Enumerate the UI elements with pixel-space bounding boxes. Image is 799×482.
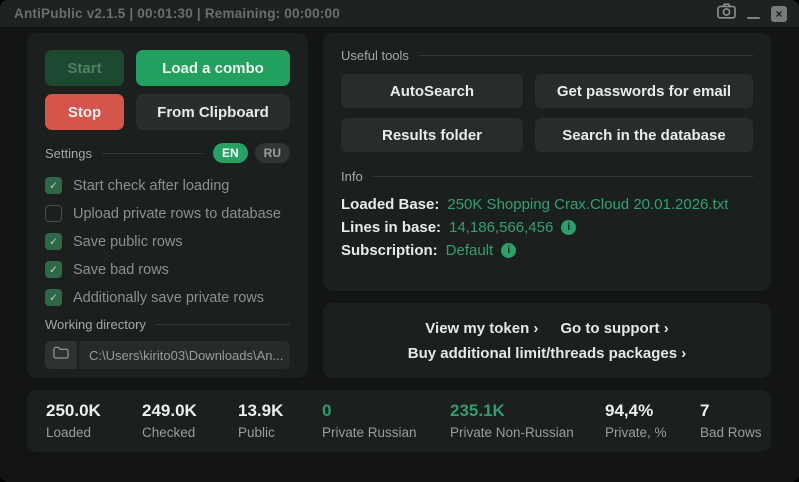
stat-value: 7 bbox=[700, 401, 762, 421]
stat-label: Private Russian bbox=[322, 425, 417, 440]
checkbox-save-private-rows[interactable]: ✓ Additionally save private rows bbox=[45, 289, 290, 306]
links-panel: View my token › Go to support › Buy addi… bbox=[323, 303, 771, 378]
loaded-base-row: Loaded Base: 250K Shopping Crax.Cloud 20… bbox=[341, 193, 753, 216]
useful-tools-header: Useful tools bbox=[341, 48, 753, 63]
titlebar: AntiPublic v2.1.5 | 00:01:30 | Remaining… bbox=[0, 0, 799, 27]
stat-private-non-russian: 235.1K Private Non-Russian bbox=[450, 401, 574, 440]
load-combo-button[interactable]: Load a combo bbox=[136, 50, 290, 86]
browse-folder-button[interactable] bbox=[45, 341, 77, 369]
stat-private-russian: 0 Private Russian bbox=[322, 401, 417, 440]
info-label: Info bbox=[341, 169, 363, 184]
working-directory-label: Working directory bbox=[45, 317, 146, 332]
checkbox-save-public-rows[interactable]: ✓ Save public rows bbox=[45, 233, 290, 250]
checkbox-label: Start check after loading bbox=[73, 178, 229, 194]
divider bbox=[419, 55, 753, 56]
tool-buttons: AutoSearch Get passwords for email Resul… bbox=[341, 74, 753, 152]
language-toggle-en[interactable]: EN bbox=[213, 143, 248, 163]
stat-public: 13.9K Public bbox=[238, 401, 283, 440]
settings-checkbox-list: ✓ Start check after loading ✓ Upload pri… bbox=[45, 177, 290, 306]
action-buttons: Start Load a combo Stop From Clipboard bbox=[45, 50, 290, 130]
support-link[interactable]: Go to support › bbox=[560, 320, 668, 337]
checkbox-label: Upload private rows to database bbox=[73, 206, 281, 222]
start-button[interactable]: Start bbox=[45, 50, 124, 86]
window-title: AntiPublic v2.1.5 | 00:01:30 | Remaining… bbox=[14, 6, 340, 21]
divider bbox=[373, 176, 753, 177]
lines-in-base-row: Lines in base: 14,186,566,456 i bbox=[341, 216, 753, 239]
app-window: AntiPublic v2.1.5 | 00:01:30 | Remaining… bbox=[0, 0, 799, 482]
stat-value: 250.0K bbox=[46, 401, 101, 421]
stat-value: 94,4% bbox=[605, 401, 667, 421]
close-button[interactable]: × bbox=[771, 6, 787, 22]
stat-value: 249.0K bbox=[142, 401, 197, 421]
info-rows: Loaded Base: 250K Shopping Crax.Cloud 20… bbox=[341, 193, 753, 262]
useful-tools-label: Useful tools bbox=[341, 48, 409, 63]
lines-in-base-key: Lines in base: bbox=[341, 216, 441, 239]
tools-info-panel: Useful tools AutoSearch Get passwords fo… bbox=[323, 33, 771, 291]
control-panel: Start Load a combo Stop From Clipboard S… bbox=[27, 33, 308, 378]
stat-label: Private Non-Russian bbox=[450, 425, 574, 440]
checkbox-icon[interactable]: ✓ bbox=[45, 261, 62, 278]
stat-label: Checked bbox=[142, 425, 197, 440]
stats-bar: 250.0K Loaded 249.0K Checked 13.9K Publi… bbox=[27, 390, 771, 452]
settings-header: Settings EN RU bbox=[45, 143, 290, 163]
folder-icon bbox=[53, 346, 69, 364]
working-directory-header: Working directory bbox=[45, 317, 290, 332]
results-folder-button[interactable]: Results folder bbox=[341, 118, 523, 152]
view-token-link[interactable]: View my token › bbox=[425, 320, 538, 337]
divider bbox=[102, 153, 203, 154]
stat-label: Loaded bbox=[46, 425, 101, 440]
stat-label: Public bbox=[238, 425, 283, 440]
stat-bad-rows: 7 Bad Rows bbox=[700, 401, 762, 440]
camera-icon bbox=[717, 3, 736, 24]
stat-loaded: 250.0K Loaded bbox=[46, 401, 101, 440]
stat-label: Private, % bbox=[605, 425, 667, 440]
stat-private-percent: 94,4% Private, % bbox=[605, 401, 667, 440]
checkbox-icon[interactable]: ✓ bbox=[45, 205, 62, 222]
info-icon[interactable]: i bbox=[501, 243, 516, 258]
links-row: View my token › Go to support › bbox=[425, 320, 668, 337]
autosearch-button[interactable]: AutoSearch bbox=[341, 74, 523, 108]
checkbox-icon[interactable]: ✓ bbox=[45, 177, 62, 194]
checkbox-start-check-after-loading[interactable]: ✓ Start check after loading bbox=[45, 177, 290, 194]
get-passwords-button[interactable]: Get passwords for email bbox=[535, 74, 753, 108]
subscription-row: Subscription: Default i bbox=[341, 239, 753, 262]
minimize-button[interactable] bbox=[747, 17, 760, 19]
divider bbox=[156, 324, 290, 325]
links-row: Buy additional limit/threads packages › bbox=[408, 345, 686, 362]
stop-button[interactable]: Stop bbox=[45, 94, 124, 130]
info-icon[interactable]: i bbox=[561, 220, 576, 235]
info-header: Info bbox=[341, 169, 753, 184]
stat-value: 235.1K bbox=[450, 401, 574, 421]
working-directory-path[interactable]: C:\Users\kirito03\Downloads\An... bbox=[79, 341, 290, 369]
search-database-button[interactable]: Search in the database bbox=[535, 118, 753, 152]
stat-checked: 249.0K Checked bbox=[142, 401, 197, 440]
from-clipboard-button[interactable]: From Clipboard bbox=[136, 94, 290, 130]
checkbox-upload-private-rows[interactable]: ✓ Upload private rows to database bbox=[45, 205, 290, 222]
loaded-base-key: Loaded Base: bbox=[341, 193, 439, 216]
settings-label: Settings bbox=[45, 146, 92, 161]
subscription-key: Subscription: bbox=[341, 239, 438, 262]
checkbox-save-bad-rows[interactable]: ✓ Save bad rows bbox=[45, 261, 290, 278]
screenshot-button[interactable] bbox=[717, 3, 736, 24]
language-toggle-ru[interactable]: RU bbox=[255, 143, 290, 163]
loaded-base-value: 250K Shopping Crax.Cloud 20.01.2026.txt bbox=[447, 193, 728, 216]
buy-packages-link[interactable]: Buy additional limit/threads packages › bbox=[408, 345, 686, 362]
stat-label: Bad Rows bbox=[700, 425, 762, 440]
checkbox-icon[interactable]: ✓ bbox=[45, 233, 62, 250]
checkbox-label: Save bad rows bbox=[73, 262, 169, 278]
checkbox-label: Additionally save private rows bbox=[73, 290, 264, 306]
window-controls: × bbox=[717, 3, 787, 24]
subscription-value: Default bbox=[446, 239, 494, 262]
checkbox-label: Save public rows bbox=[73, 234, 183, 250]
close-icon: × bbox=[775, 8, 782, 20]
stat-value: 13.9K bbox=[238, 401, 283, 421]
stat-value: 0 bbox=[322, 401, 417, 421]
checkbox-icon[interactable]: ✓ bbox=[45, 289, 62, 306]
lines-in-base-value: 14,186,566,456 bbox=[449, 216, 553, 239]
working-directory-control: C:\Users\kirito03\Downloads\An... bbox=[45, 341, 290, 369]
